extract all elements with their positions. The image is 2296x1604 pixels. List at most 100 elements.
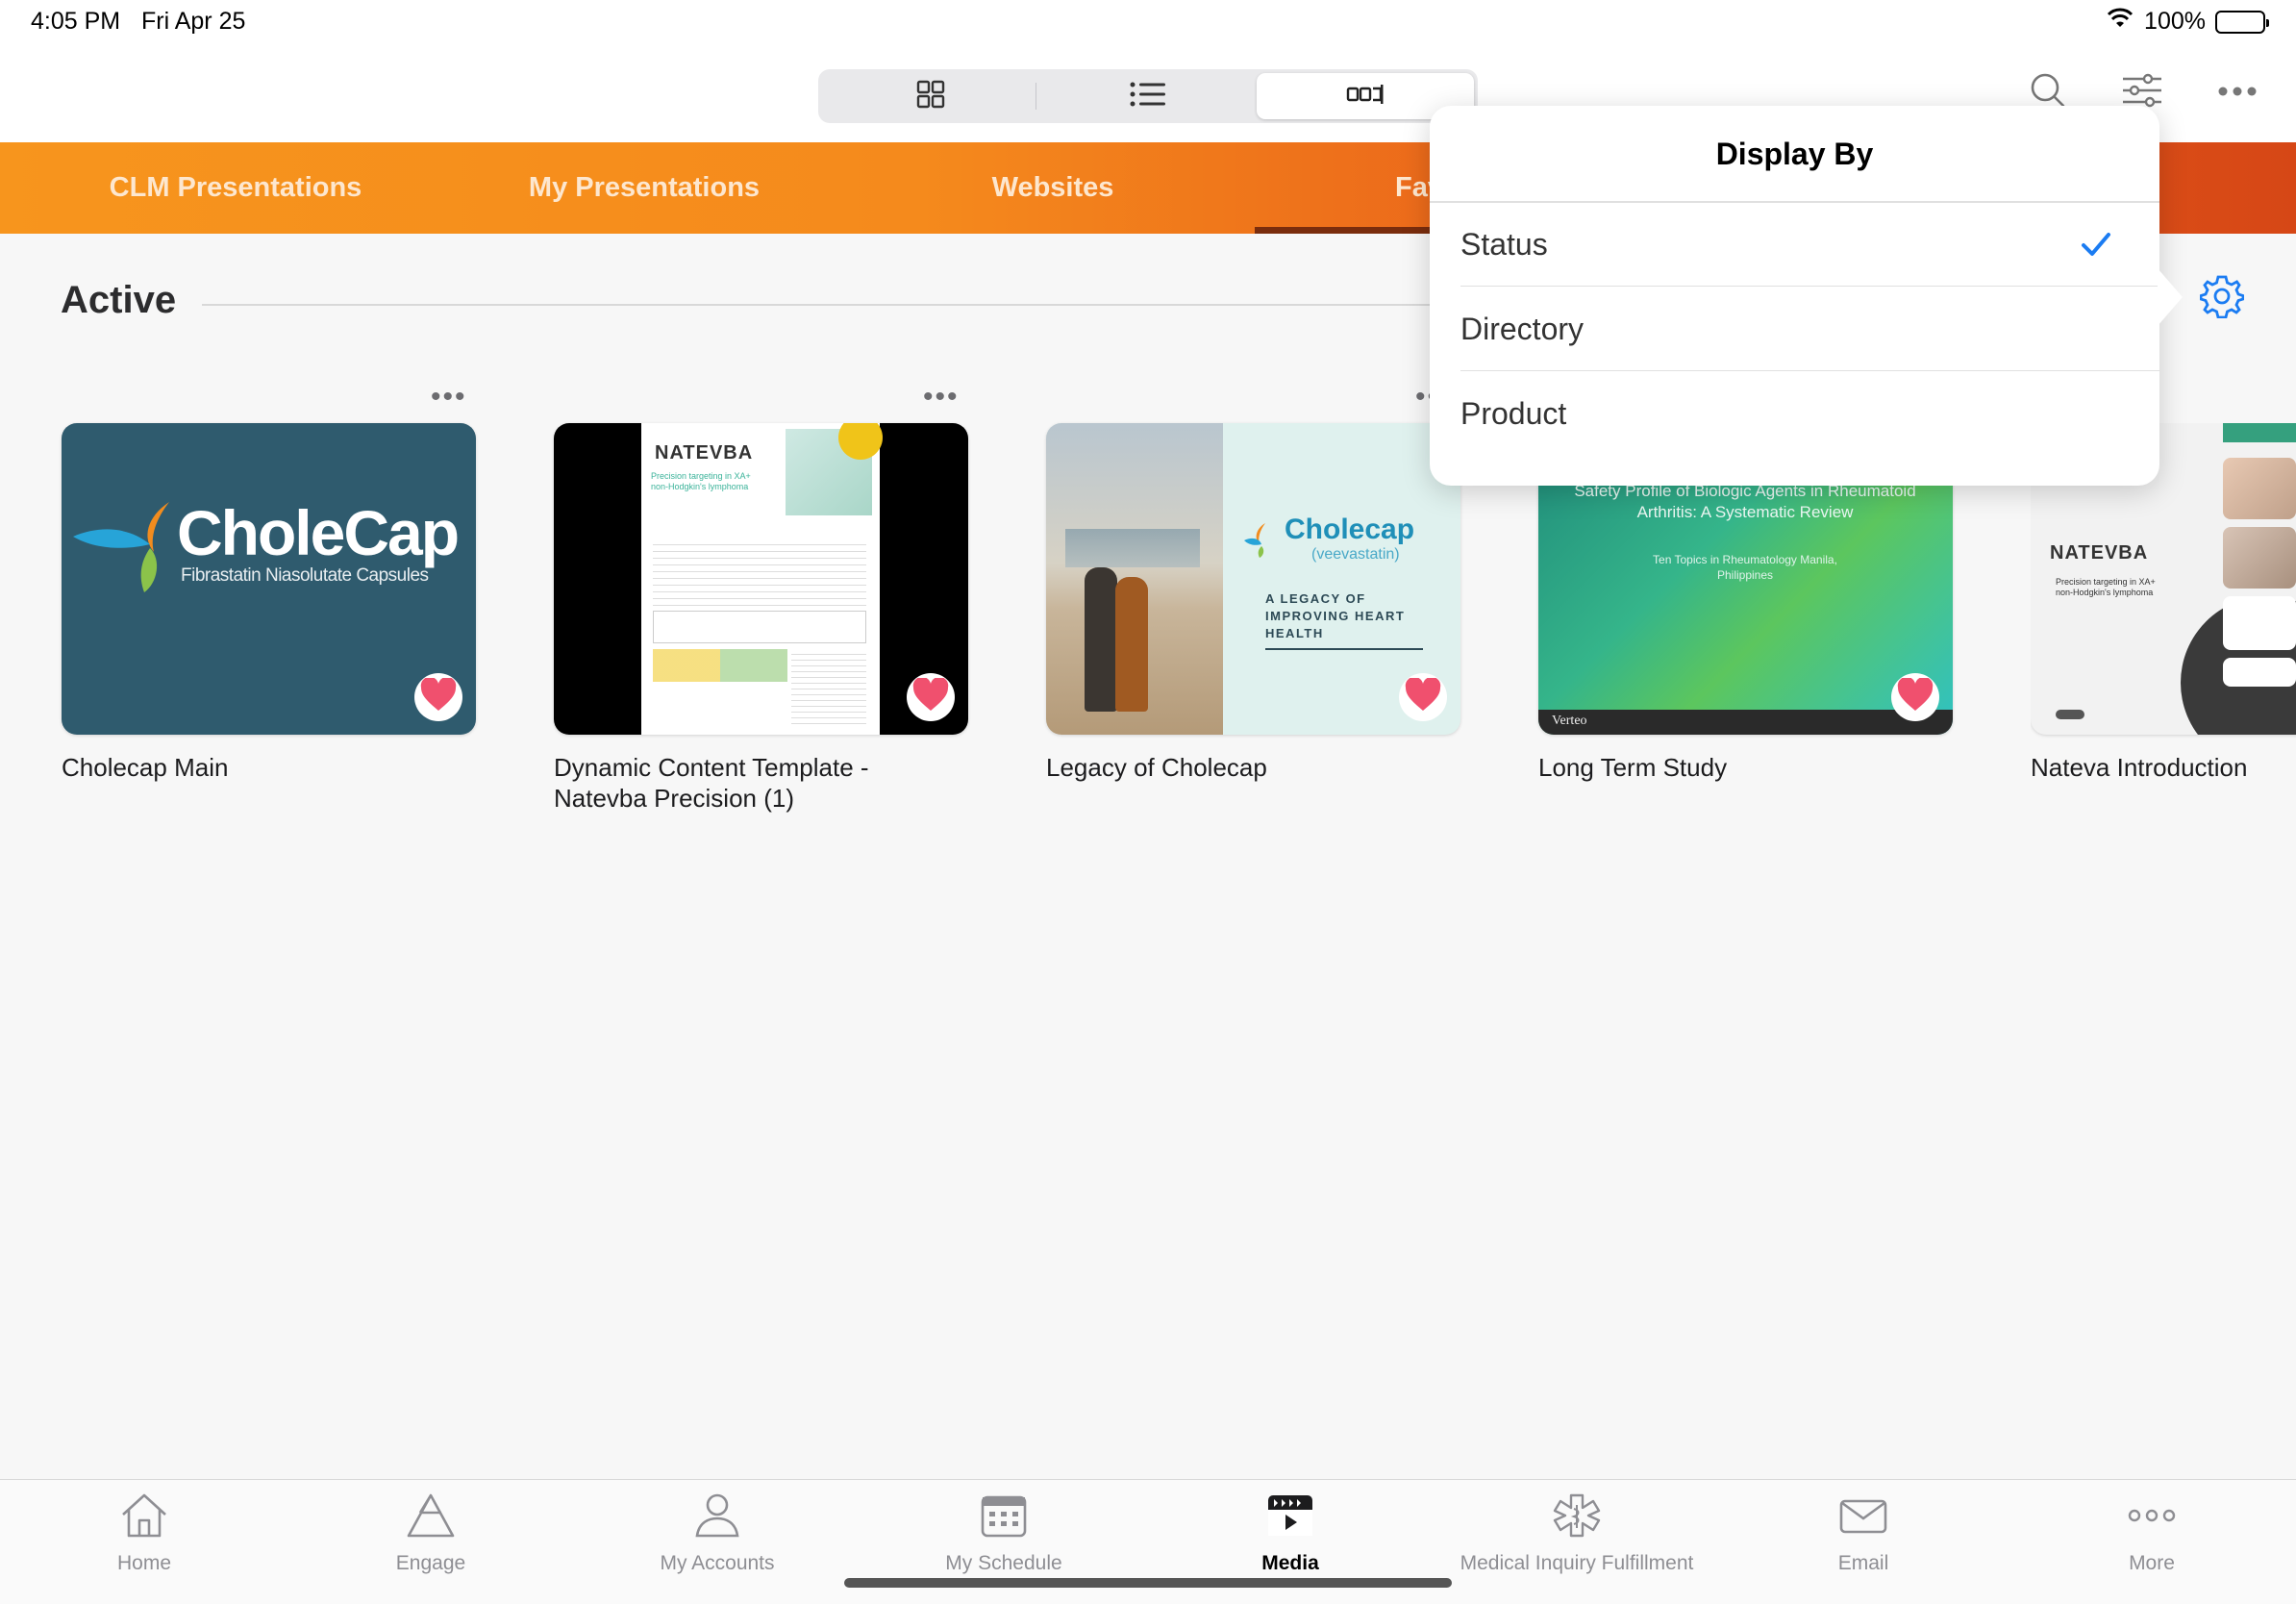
card-thumbnail[interactable]: NATEVBA Precision targeting in XA+ non-H… [554, 423, 968, 735]
tab-email[interactable]: Email [1719, 1491, 2008, 1575]
home-icon [118, 1491, 170, 1544]
thumb-photo [2223, 527, 2296, 589]
calendar-icon [978, 1491, 1030, 1544]
thumb-text-block [791, 649, 866, 726]
thumb-text-block [2223, 658, 2296, 687]
carousel-view-icon [1346, 83, 1385, 111]
tab-media[interactable]: Media [1146, 1491, 1435, 1575]
more-horizontal-icon[interactable] [2217, 85, 2258, 102]
home-indicator [844, 1578, 1452, 1588]
card-title: Legacy of Cholecap [1046, 753, 1267, 782]
engage-icon [405, 1491, 457, 1544]
checkmark-icon [2081, 230, 2111, 265]
display-by-status-option[interactable]: Status [1430, 203, 2159, 287]
popover-title: Display By [1715, 137, 1874, 171]
thumb-rule [1265, 648, 1423, 650]
display-by-product-option[interactable]: Product [1430, 372, 2159, 456]
list-view-icon [1130, 81, 1166, 113]
grid-view-button[interactable] [822, 73, 1039, 119]
media-card[interactable]: Cholecap (veevastatin) A LEGACY OF IMPRO… [1046, 423, 1460, 783]
view-mode-segmented-control [818, 69, 1478, 123]
card-title: Long Term Study [1538, 753, 1728, 782]
card-thumbnail[interactable]: CholeCap Fibrastatin Niasolutate Capsule… [62, 423, 476, 735]
card-more-button[interactable]: ••• [431, 381, 467, 414]
thumb-accent-circle [838, 423, 883, 460]
heart-icon [419, 676, 458, 717]
tab-medical-inquiry-fulfillment[interactable]: Medical Inquiry Fulfillment [1433, 1491, 1721, 1575]
tab-my-presentations[interactable]: My Presentations [442, 142, 846, 234]
status-right: 100% [2106, 8, 2269, 36]
battery-percent: 100% [2144, 8, 2206, 35]
thumb-accent [2223, 423, 2296, 442]
tab-label: Engage [395, 1552, 466, 1574]
heart-icon [1896, 676, 1934, 717]
card-title: Nateva Introduction [2031, 753, 2248, 782]
list-view-button[interactable] [1039, 73, 1257, 119]
option-label: Status [1460, 227, 1548, 262]
display-by-directory-option[interactable]: Directory [1430, 288, 2159, 371]
status-date: Fri Apr 25 [141, 8, 246, 35]
popover-pointer [2158, 268, 2183, 326]
thumb-brand-text: NATEVBA [2050, 542, 2149, 564]
tab-label: More [2129, 1552, 2175, 1574]
thumb-photo [2223, 458, 2296, 519]
thumb-tagline: A LEGACY OF IMPROVING HEART HEALTH [1265, 591, 1406, 640]
tab-my-schedule[interactable]: My Schedule [860, 1491, 1148, 1575]
option-label: Directory [1460, 312, 1585, 346]
thumb-text-block [2223, 596, 2296, 650]
favorite-heart-button[interactable] [907, 673, 955, 721]
thumb-text-block [653, 539, 866, 606]
tab-label: Email [1837, 1552, 1889, 1574]
tab-websites[interactable]: Websites [856, 142, 1250, 234]
display-by-popover: Display By Status Directory Product [1430, 106, 2159, 486]
thumb-brand-text: NATEVBA [655, 442, 754, 464]
accounts-icon [691, 1491, 743, 1544]
email-icon [1837, 1491, 1889, 1544]
card-more-button[interactable]: ••• [923, 381, 960, 414]
thumb-chart-area [653, 611, 866, 643]
tab-more[interactable]: More [2008, 1491, 2296, 1575]
thumb-pill [2056, 710, 2084, 719]
option-label: Product [1460, 396, 1567, 431]
status-bar: 4:05 PM Fri Apr 25 100% [0, 0, 2296, 48]
thumb-footer-bar: Verteo [1538, 710, 1953, 735]
tab-clm-presentations[interactable]: CLM Presentations [38, 142, 433, 234]
tab-engage[interactable]: Engage [287, 1491, 575, 1575]
card-thumbnail[interactable]: Cholecap (veevastatin) A LEGACY OF IMPRO… [1046, 423, 1460, 735]
tab-my-accounts[interactable]: My Accounts [573, 1491, 861, 1575]
thumb-subtitle-text: (veevastatin) [1311, 546, 1400, 563]
more-icon [2126, 1491, 2178, 1544]
favorite-heart-button[interactable] [1399, 673, 1447, 721]
tab-label: My Accounts [660, 1552, 775, 1574]
tab-label: Medical Inquiry Fulfillment [1460, 1552, 1694, 1574]
thumb-table [653, 649, 787, 682]
gear-icon[interactable] [2199, 274, 2245, 323]
card-title: Cholecap Main [62, 753, 229, 782]
section-divider [202, 304, 1442, 306]
medical-icon [1551, 1491, 1603, 1544]
heart-icon [1404, 676, 1442, 717]
thumb-brand-text: Cholecap [1285, 514, 1415, 545]
tab-label: My Schedule [945, 1552, 1062, 1574]
media-card[interactable]: NATEVBA Precision targeting in XA+ non-H… [554, 423, 968, 814]
status-time: 4:05 PM [31, 8, 121, 35]
thumb-brand-text: CholeCap [177, 497, 460, 568]
tab-label: Home [116, 1552, 172, 1574]
tab-label: Media [1261, 1552, 1319, 1574]
thumb-subtitle-text: Fibrastatin Niasolutate Capsules [181, 565, 429, 586]
thumb-tagline: Precision targeting in XA+ non-Hodgkin's… [2056, 577, 2156, 597]
grid-view-icon [916, 80, 945, 113]
card-title: Dynamic Content Template - Natevba Preci… [554, 753, 869, 813]
heart-icon [911, 676, 950, 717]
media-card[interactable]: CholeCap Fibrastatin Niasolutate Capsule… [62, 423, 476, 783]
thumb-beach-photo [1046, 423, 1223, 735]
thumb-subtitle-text: Ten Topics in Rheumatology Manila, Phili… [1653, 553, 1837, 582]
wifi-icon [2106, 8, 2134, 36]
section-title: Active [61, 279, 177, 321]
thumb-tagline: Precision targeting in XA+ non-Hodgkin's… [651, 471, 751, 491]
tab-home[interactable]: Home [0, 1491, 288, 1575]
favorite-heart-button[interactable] [414, 673, 462, 721]
favorite-heart-button[interactable] [1891, 673, 1939, 721]
thumb-logo-text: Verteo [1552, 714, 1587, 728]
battery-icon [2215, 10, 2269, 34]
